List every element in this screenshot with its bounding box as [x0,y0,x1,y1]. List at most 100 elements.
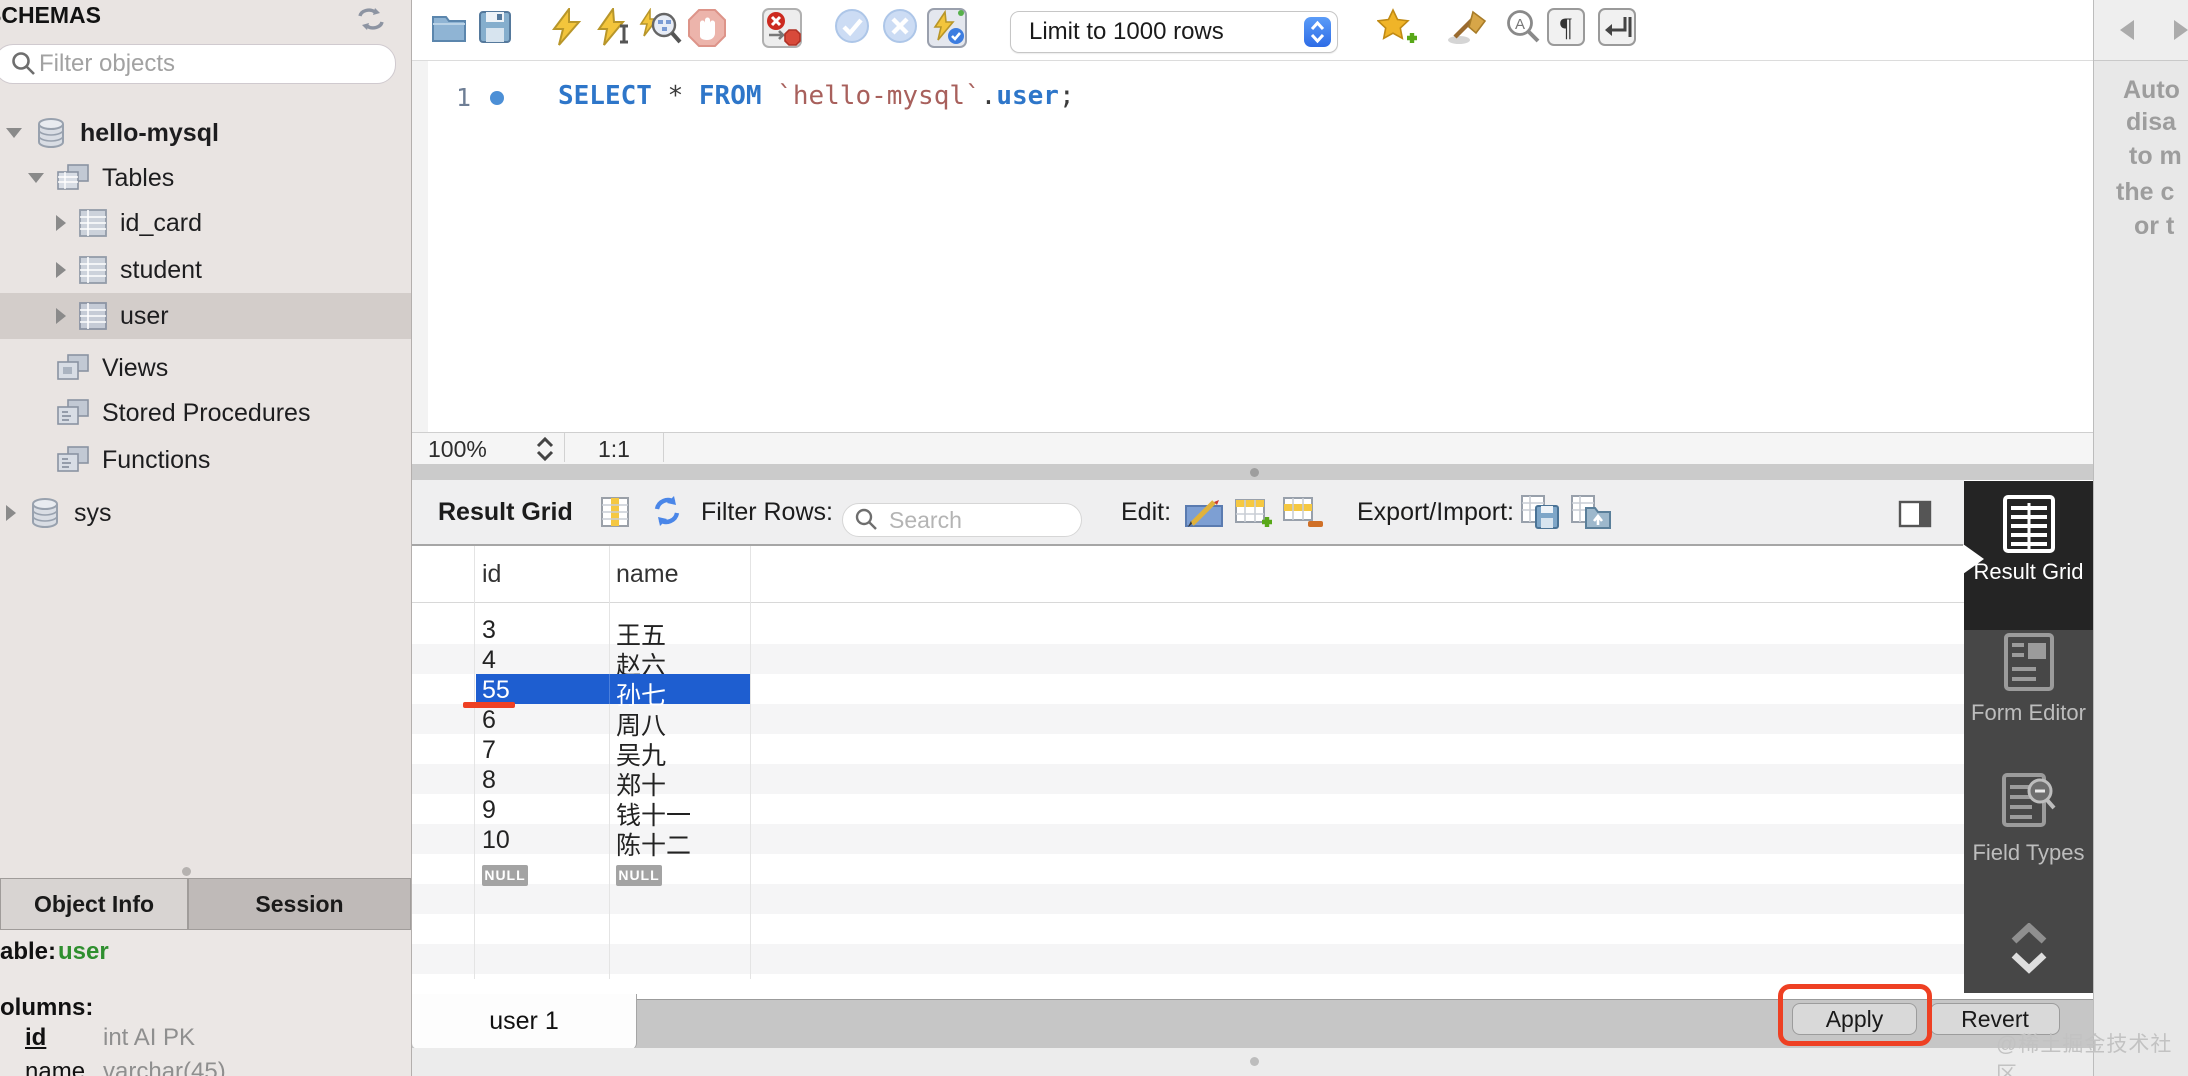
chevron-down-icon[interactable] [6,128,22,138]
table-row-selected[interactable]: 55 孙七 [412,674,1964,710]
toggle-preview-panel-icon[interactable] [1898,500,1932,528]
save-snippet-icon[interactable] [1377,8,1417,46]
sidebar-item-label: Tables [102,163,175,192]
result-grid-icon[interactable] [2003,495,2055,553]
column-header-name[interactable]: name [616,560,679,589]
explain-plan-icon[interactable] [638,8,682,48]
table-row[interactable]: 10 陈十二 [412,824,1964,860]
chevron-right-icon[interactable] [56,308,66,324]
sidebar-item-table-user[interactable]: user [0,293,411,339]
context-help-toolbar [2094,0,2188,61]
cell-id[interactable]: 3 [482,616,496,645]
chevron-right-icon[interactable] [56,215,66,231]
schema-filter-input[interactable] [37,49,341,79]
show-invisibles-icon[interactable]: ¶ [1547,8,1585,46]
sidebar-item-views[interactable]: Views [0,345,411,391]
sidebar-item-label: user [120,301,169,330]
result-tab-user1[interactable]: user 1 [412,994,637,1049]
save-script-icon[interactable] [476,8,514,46]
table-row[interactable]: 4 赵六 [412,644,1964,680]
sidebar-splitter-handle[interactable] [182,867,191,876]
limit-rows-dropdown[interactable]: Limit to 1000 rows [1010,11,1338,53]
view-item-label[interactable]: Field Types [1964,840,2093,865]
filter-rows-label: Filter Rows: [701,498,833,526]
cell-id[interactable]: 55 [482,676,510,705]
editor-result-splitter[interactable] [412,464,2093,480]
form-editor-icon[interactable] [2004,633,2054,691]
splitter-handle[interactable] [1250,468,1259,477]
add-row-icon[interactable] [1234,496,1274,530]
tab-object-info[interactable]: Object Info [0,878,188,930]
delete-row-icon[interactable] [1282,496,1324,530]
toggle-wrap-icon[interactable] [1598,8,1636,46]
functions-icon [57,446,89,472]
column-type: int AI PK [103,1024,196,1051]
grid-options-icon[interactable] [600,496,630,528]
rollback-icon[interactable] [882,8,918,44]
execute-current-icon[interactable] [596,8,632,46]
column-name: id [25,1024,47,1051]
editor-gutter [412,61,428,432]
sidebar-item-stored-procedures[interactable]: Stored Procedures [0,390,411,436]
sidebar-item-schema-sys[interactable]: sys [0,490,411,536]
result-grid-table: id name 3 王五 4 赵六 55 孙七 6 周八 7 吴九 8 郑十 9… [412,546,1964,999]
stop-query-icon[interactable] [686,8,728,48]
table-row[interactable]: 9 钱十一 [412,794,1964,830]
column-header-id[interactable]: id [482,560,501,589]
cell-id[interactable]: 9 [482,796,496,825]
cell-id[interactable]: 8 [482,766,496,795]
execute-statement-icon[interactable] [549,8,583,46]
sidebar-item-table-student[interactable]: student [0,247,411,293]
result-grid-toolbar: Result Grid Filter Rows: Edit: [412,480,1964,546]
toggle-stop-on-error-icon[interactable] [762,8,802,48]
selection-highlight [476,674,750,704]
cell-id[interactable]: 7 [482,736,496,765]
table-icon [79,302,107,330]
cell-id[interactable]: 6 [482,706,496,735]
refresh-results-icon[interactable] [650,494,684,528]
schemas-panel: SCHEMAS hello-mysql [0,0,412,1076]
chevron-right-icon[interactable] [6,505,16,521]
sidebar-item-functions[interactable]: Functions [0,437,411,483]
sql-editor[interactable]: 1 SELECT * FROM `hello-mysql`.user; [412,61,2093,432]
back-arrow-icon[interactable] [2120,20,2134,40]
sidebar-item-tables[interactable]: Tables [0,155,411,201]
tab-session[interactable]: Session [188,878,411,930]
open-script-icon[interactable] [430,8,468,46]
table-row[interactable]: 8 郑十 [412,764,1964,800]
zoom-stepper-icon[interactable] [534,437,556,461]
find-panel-icon[interactable]: A [1505,8,1543,46]
table-row-new[interactable]: NULL NULL [412,854,1964,886]
scroll-views-icons[interactable] [2008,923,2050,975]
help-text-fragment: the c [2116,178,2175,206]
line-number: 1 [456,83,472,112]
splitter-handle[interactable] [1250,1057,1259,1066]
cell-id[interactable]: 4 [482,646,496,675]
table-row[interactable]: 3 王五 [412,614,1964,650]
toggle-autocommit-icon[interactable] [927,8,967,48]
sidebar-item-table-id-card[interactable]: id_card [0,200,411,246]
import-records-icon[interactable] [1570,494,1612,530]
chevron-down-icon[interactable] [28,173,44,183]
export-results-icon[interactable] [1520,494,1562,530]
table-row[interactable]: 7 吴九 [412,734,1964,770]
table-icon [79,256,107,284]
cell-id[interactable]: 10 [482,826,510,855]
apply-button[interactable]: Apply [1792,1003,1917,1035]
forward-arrow-icon[interactable] [2174,20,2188,40]
result-search-input[interactable] [887,505,1061,535]
view-item-label[interactable]: Form Editor [1964,700,2093,725]
sidebar-item-schema-hello-mysql[interactable]: hello-mysql [0,110,411,156]
selected-view-arrow-icon [1963,544,1984,574]
commit-icon[interactable] [834,8,870,44]
edit-record-icon[interactable] [1184,498,1226,528]
context-help-panel: Auto disa to m the c or t [2093,0,2188,1076]
cell-name[interactable]: 孙七 [616,676,666,712]
refresh-schemas-icon[interactable] [356,6,386,32]
sql-keyword: FROM [698,81,762,111]
beautify-sql-icon[interactable] [1447,8,1489,46]
field-types-icon[interactable] [2002,773,2058,831]
editor-zoom-level: 100% [428,436,487,462]
chevron-right-icon[interactable] [56,262,66,278]
limit-rows-value: Limit to 1000 rows [1029,18,1224,45]
